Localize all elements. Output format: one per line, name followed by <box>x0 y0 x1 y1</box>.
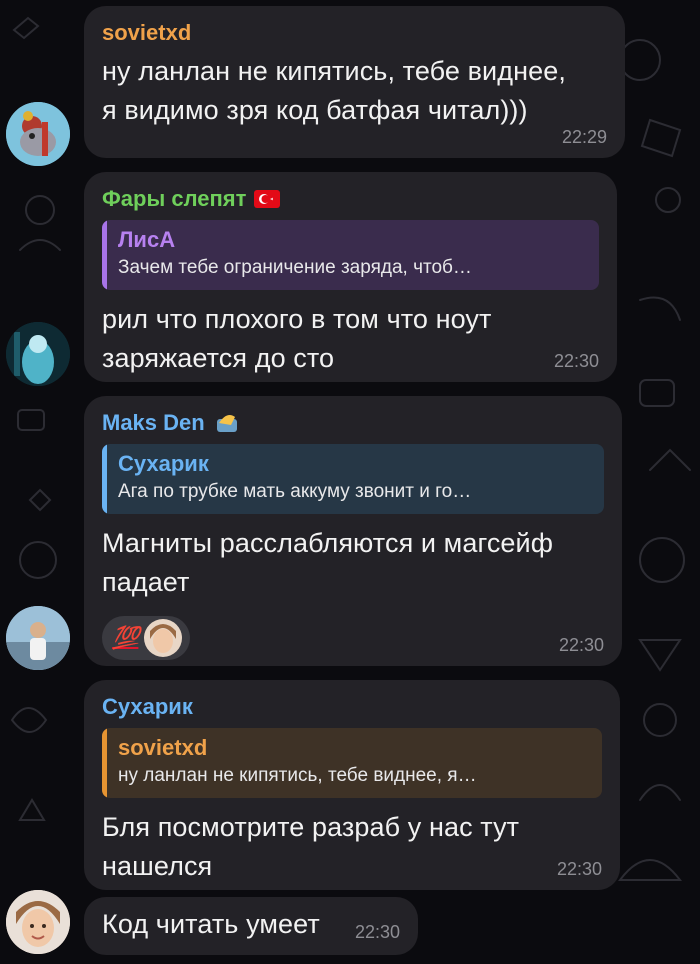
avatar-suharik[interactable] <box>6 890 70 954</box>
hundred-points-emoji[interactable]: 💯 <box>112 625 139 651</box>
face-avatar-icon <box>6 890 70 954</box>
reply-quote[interactable]: sovietxd ну ланлан не кипятись, тебе вид… <box>102 728 602 798</box>
message-bubble[interactable]: Фары слепят .rq-lisa::before{background:… <box>84 172 617 382</box>
reply-quote[interactable]: .rq-lisa::before{background:#a874e8;} Ли… <box>102 220 599 290</box>
message-time: 22:30 <box>354 922 400 942</box>
sender-name[interactable]: Maks Den <box>102 410 604 436</box>
character-avatar-icon <box>6 322 70 386</box>
avatar-maks-den[interactable] <box>6 606 70 670</box>
reply-text: Ага по трубке мать аккуму звонит и го… <box>118 481 472 502</box>
message-text: ну ланлан не кипятись, тебе виднее, я ви… <box>102 56 566 125</box>
message-text: рил что плохого в том что ноут заряжаетс… <box>102 304 492 373</box>
avatar-fary[interactable] <box>6 322 70 386</box>
sender-name[interactable]: sovietxd <box>102 20 607 46</box>
reply-author: Сухарик <box>118 451 209 476</box>
reply-author: ЛисА <box>118 227 176 252</box>
face-avatar-icon <box>144 619 183 657</box>
message-time: 22:29 <box>561 127 607 147</box>
turkey-flag-icon <box>254 190 281 208</box>
message-text: Бля посмотрите разраб у нас тут нашелся <box>102 812 520 881</box>
message-text: Магниты расслабляются и магсейф падает <box>102 528 554 597</box>
reply-text: ну ланлан не кипятись, тебе виднее, я… <box>118 765 477 786</box>
message-time: 22:30 <box>553 351 599 371</box>
message-bubble[interactable]: sovietxd ну ланлан не кипятись, тебе вид… <box>84 6 625 158</box>
person-avatar-icon <box>6 606 70 670</box>
avatar-sovietxd[interactable] <box>6 102 70 166</box>
reactions-bar[interactable]: 💯 <box>102 616 191 660</box>
reply-quote[interactable]: Сухарик Ага по трубке мать аккуму звонит… <box>102 444 604 514</box>
bear-avatar-icon <box>6 102 70 166</box>
message-bubble[interactable]: Код читать умеет 22:30 <box>84 897 418 955</box>
message-time: 22:30 <box>558 635 604 655</box>
message-bubble[interactable]: Maks Den Сухарик Ага по трубке мать акку… <box>84 396 622 666</box>
sender-name[interactable]: Сухарик <box>102 694 602 720</box>
message-time: 22:30 <box>556 859 602 879</box>
sender-name[interactable]: Фары слепят <box>102 186 599 212</box>
message-bubble[interactable]: Сухарик sovietxd ну ланлан не кипятись, … <box>84 680 620 890</box>
hand-emoji-icon <box>216 415 237 432</box>
reply-text: Зачем тебе ограничение заряда, чтоб… <box>118 257 472 278</box>
reply-author: sovietxd <box>118 735 208 760</box>
reactor-avatar <box>144 619 183 657</box>
